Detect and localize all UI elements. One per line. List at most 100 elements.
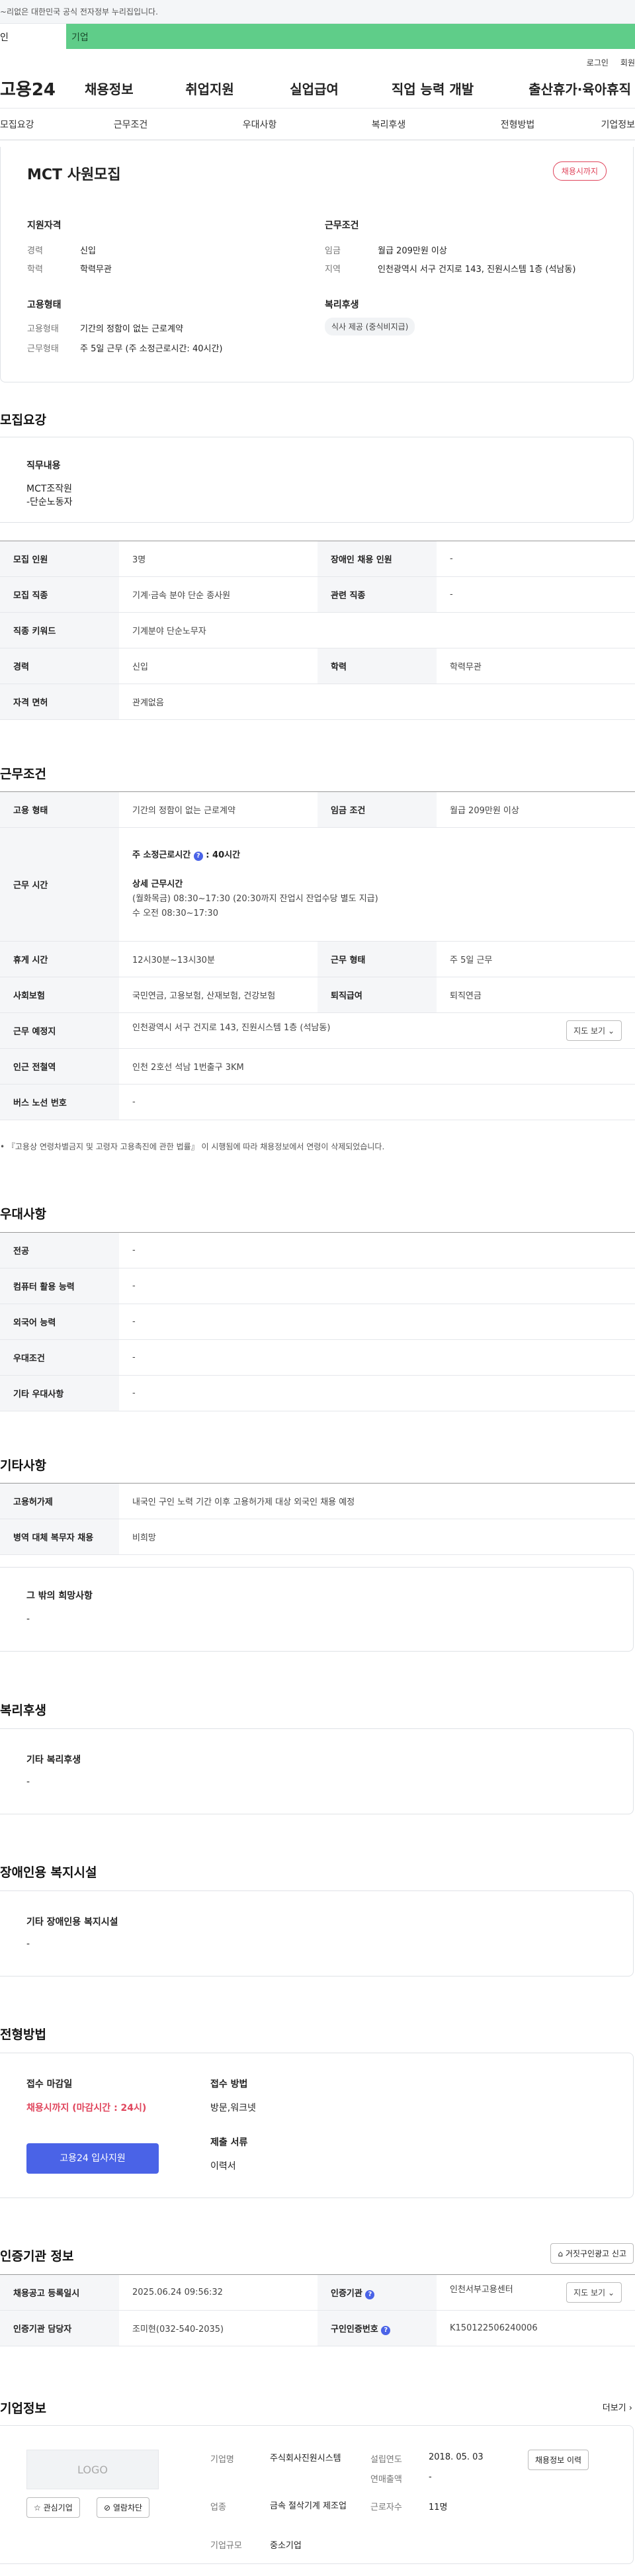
th-insurance: 사회보험 xyxy=(0,977,119,1013)
join-link[interactable]: 회원 xyxy=(620,57,635,69)
gnb-item-training[interactable]: 직업 능력 개발 xyxy=(366,79,499,98)
employees-value: 11명 xyxy=(429,2503,448,2512)
td-worktype: 주 5일 근무 xyxy=(437,941,635,977)
etc-table: 고용허가제 내국인 구인 노력 기간 이후 고용허가제 대상 외국인 채용 예정 … xyxy=(0,1483,635,1555)
gnb-item-support[interactable]: 취업지원 xyxy=(157,79,262,98)
tab-welfare[interactable]: 복리후생 xyxy=(324,118,453,131)
agency-table: 채용공고 등록일시 2025.06.24 09:56:32 인증기관 ? 인천서부고용… xyxy=(0,2274,635,2346)
table-row: 사회보험 국민연금, 고용보험, 산재보험, 건강보험 퇴직급여 퇴직연금 xyxy=(0,977,635,1013)
th-worktype: 근무 형태 xyxy=(318,941,437,977)
help-icon[interactable]: ? xyxy=(381,2325,391,2335)
table-row: 인근 전철역 인천 2호선 석남 1번출구 3KM xyxy=(0,1048,635,1085)
table-row: 고용 형태 기간의 정함이 없는 근로계약 임금 조건 월급 209만원 이상 xyxy=(0,791,635,828)
th-bus: 버스 노선 번호 xyxy=(0,1084,119,1120)
table-row: 근무 예정지 인천광역시 서구 건지로 143, 진원시스템 1층 (석남동) 지도… xyxy=(0,1012,635,1049)
report-button[interactable]: ⌂ 거짓구인광고 신고 xyxy=(550,2243,634,2264)
block-button[interactable]: ⊘ 열람차단 xyxy=(97,2497,150,2518)
table-row: 경력 신입 학력 학력무관 xyxy=(0,648,635,684)
docs-value: 이력서 xyxy=(210,2161,236,2172)
agency-map-button[interactable]: 지도 보기 ⌄ xyxy=(566,2282,622,2303)
welfare-tag: 식사 제공 (중식비지급) xyxy=(325,318,415,335)
th-military: 병역 대체 복무자 채용 xyxy=(0,1519,119,1555)
tab-recruit[interactable]: 모집요강 xyxy=(0,118,66,131)
deadline-value: 채용시까지 (마감시간 : 24시) xyxy=(26,2103,147,2113)
th-cert-no: 구인인증번호 ? xyxy=(318,2310,437,2346)
disabled-card: 기타 장애인용 복지시설 - xyxy=(0,1890,634,1976)
duty-title: 직무내용 xyxy=(26,461,61,471)
tab-selection[interactable]: 전형방법 xyxy=(453,118,582,131)
td-language: - xyxy=(119,1304,635,1340)
tab-personal[interactable]: 인 xyxy=(0,24,66,49)
hope-title: 그 밖의 희망사항 xyxy=(26,1591,93,1601)
history-button[interactable]: 채용정보 이력 xyxy=(528,2450,589,2470)
career-label: 경력 xyxy=(27,246,43,256)
table-row: 전공 - xyxy=(0,1232,635,1268)
gov-notice-bar: ~리없은 대한민국 공식 전자정부 누리집입니다. xyxy=(0,0,635,24)
th-keyword: 직종 키워드 xyxy=(0,612,119,648)
th-disabled-count: 장애인 채용 인원 xyxy=(318,541,437,577)
td-keyword: 기계분야 단순노무자 xyxy=(119,612,635,648)
block-icon: ⊘ xyxy=(104,2503,111,2512)
td-place: 인천광역시 서구 건지로 143, 진원시스템 1층 (석남동) 지도 보기 ⌄ xyxy=(119,1012,635,1049)
select-card: 접수 마감일 채용시까지 (마감시간 : 24시) 고용24 입사지원 접수 방… xyxy=(0,2053,634,2198)
deadline-title: 접수 마감일 xyxy=(26,2079,73,2090)
wage-value: 월급 209만원 이상 xyxy=(378,246,447,256)
gnb-item-leave[interactable]: 출산휴가·육아휴직 xyxy=(499,79,631,98)
apply-button[interactable]: 고용24 입사지원 xyxy=(26,2143,159,2174)
gnb-item-benefit[interactable]: 실업급여 xyxy=(262,79,366,98)
td-military: 비희망 xyxy=(119,1519,635,1555)
more-link[interactable]: 더보기 › xyxy=(603,2401,632,2413)
td-computer: - xyxy=(119,1268,635,1304)
docs-title: 제출 서류 xyxy=(210,2137,248,2148)
td-reg-date: 2025.06.24 09:56:32 xyxy=(119,2274,318,2311)
td-retire: 퇴직연금 xyxy=(437,977,635,1013)
edu-label: 학력 xyxy=(27,265,43,275)
disabled-title: 장애인용 복지시설 xyxy=(0,1865,97,1880)
tab-company[interactable]: 기업 xyxy=(66,24,635,49)
td-job-type: 기계·금속 분야 단순 종사원 xyxy=(119,576,318,613)
welfare-box-value: - xyxy=(26,1777,30,1787)
th-license: 자격 면허 xyxy=(0,684,119,720)
agency-title: 인증기관 정보 xyxy=(0,2249,74,2264)
cond-table: 고용 형태 기간의 정함이 없는 근로계약 임금 조건 월급 209만원 이상 근무 … xyxy=(0,791,635,1120)
tab-preference[interactable]: 우대사항 xyxy=(195,118,324,131)
map-button[interactable]: 지도 보기 ⌄ xyxy=(566,1020,622,1041)
industry-value: 금속 절삭기계 제조업 xyxy=(270,2501,347,2511)
help-icon[interactable]: ? xyxy=(193,851,203,861)
industry-label: 업종 xyxy=(210,2503,226,2512)
disabled-box-value: - xyxy=(26,1939,30,1949)
th-major: 전공 xyxy=(0,1232,119,1268)
block-label: 열람차단 xyxy=(112,2503,143,2512)
th-agency: 인증기관 ? xyxy=(318,2274,437,2311)
th-career: 경력 xyxy=(0,648,119,684)
td-pref-cond: - xyxy=(119,1339,635,1376)
td-subway: 인천 2호선 석남 1번출구 3KM xyxy=(119,1048,635,1085)
etc-title: 기타사항 xyxy=(0,1458,46,1473)
table-row: 채용공고 등록일시 2025.06.24 09:56:32 인증기관 ? 인천서부고용… xyxy=(0,2274,635,2311)
disabled-box-title: 기타 장애인용 복지시설 xyxy=(26,1917,118,1928)
table-row: 우대조건 - xyxy=(0,1339,635,1376)
company-card: LOGO ☆ 관심기업 ⊘ 열람차단 기업명 주식회사진원시스템 설립연도 20… xyxy=(0,2425,634,2564)
th-computer: 컴퓨터 활용 능력 xyxy=(0,1268,119,1304)
td-edu: 학력무관 xyxy=(437,648,635,684)
tab-condition[interactable]: 근무조건 xyxy=(66,118,195,131)
site-logo[interactable]: 고용24 xyxy=(0,76,85,101)
help-icon[interactable]: ? xyxy=(365,2289,375,2299)
table-row: 병역 대체 복무자 채용 비희망 xyxy=(0,1519,635,1555)
emp-value: 기간의 정함이 없는 근로계약 xyxy=(80,324,183,334)
th-subway: 인근 전철역 xyxy=(0,1048,119,1085)
welfare-title: 복리후생 xyxy=(325,300,359,310)
chevron-down-icon: ⌄ xyxy=(607,1026,614,1036)
fav-button[interactable]: ☆ 관심기업 xyxy=(26,2497,80,2518)
td-major: - xyxy=(119,1232,635,1268)
chevron-down-icon: ⌄ xyxy=(607,2288,614,2297)
size-label: 기업규모 xyxy=(210,2541,242,2551)
age-notice: • 『고용상 연령차별금지 및 고령자 고용촉진에 관한 법률』 이 시행됨에 … xyxy=(0,1142,385,1151)
global-nav: 고용24 채용정보 취업지원 실업급여 직업 능력 개발 출산휴가·육아휴직 xyxy=(0,69,635,109)
table-row: 고용허가제 내국인 구인 노력 기간 이후 고용허가제 대상 외국인 채용 예정 xyxy=(0,1483,635,1519)
gnb-item-jobs[interactable]: 채용정보 xyxy=(85,79,157,98)
tab-company[interactable]: 기업정보 xyxy=(582,118,635,131)
login-link[interactable]: 로그인 xyxy=(587,57,609,69)
worktime-detail2: 수 오전 08:30~17:30 xyxy=(132,908,218,918)
td-career: 신입 xyxy=(119,648,318,684)
